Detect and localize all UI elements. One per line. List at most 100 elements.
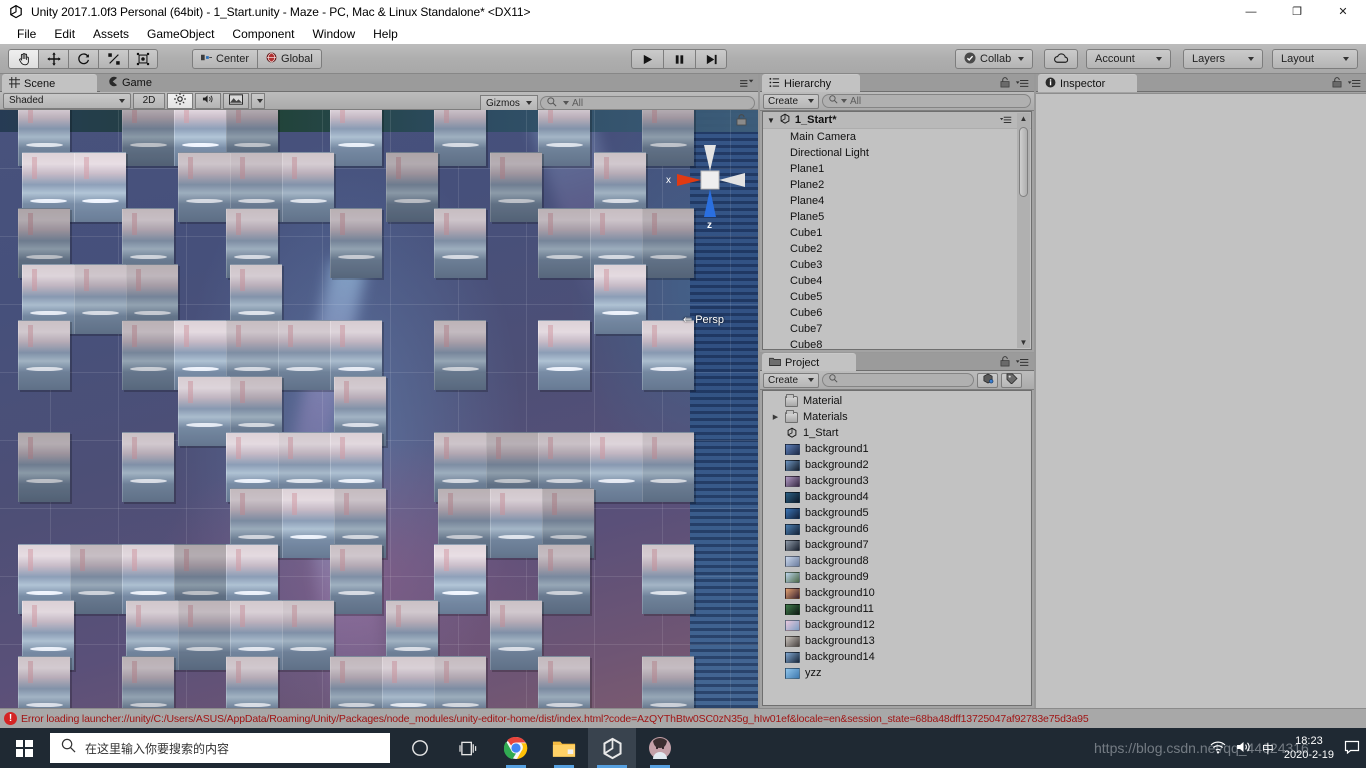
maze-cube[interactable]: [434, 544, 486, 614]
ime-indicator[interactable]: 中: [1262, 740, 1274, 757]
volume-icon[interactable]: [1236, 740, 1252, 757]
pause-button[interactable]: [663, 49, 695, 69]
hierarchy-item[interactable]: Plane5: [763, 209, 1031, 225]
maze-cube[interactable]: [74, 152, 126, 222]
hierarchy-scrollbar[interactable]: ▲ ▼: [1017, 113, 1030, 348]
tab-game[interactable]: Game: [100, 74, 180, 92]
maze-cube[interactable]: [178, 600, 230, 670]
maze-cube[interactable]: [330, 110, 382, 166]
hierarchy-item[interactable]: Cube3: [763, 257, 1031, 273]
pivot-mode-button[interactable]: Center: [192, 49, 257, 69]
maze-cube[interactable]: [122, 656, 174, 708]
hierarchy-item[interactable]: Plane1: [763, 161, 1031, 177]
scene-search-input[interactable]: All: [540, 96, 755, 110]
maze-cube[interactable]: [434, 320, 486, 390]
project-item[interactable]: background9: [763, 569, 1031, 585]
project-item[interactable]: background2: [763, 457, 1031, 473]
account-button[interactable]: Account: [1086, 49, 1171, 69]
hierarchy-search-input[interactable]: All: [822, 94, 1031, 108]
project-item[interactable]: background12: [763, 617, 1031, 633]
network-icon[interactable]: [1210, 740, 1226, 757]
hierarchy-item[interactable]: Plane2: [763, 177, 1031, 193]
maze-cube[interactable]: [490, 488, 542, 558]
hierarchy-scroll-thumb[interactable]: [1019, 127, 1028, 197]
maze-cube[interactable]: [642, 320, 694, 390]
menu-file[interactable]: File: [8, 25, 45, 43]
draw-mode-dropdown[interactable]: Shaded: [3, 93, 131, 109]
project-item[interactable]: background10: [763, 585, 1031, 601]
maze-cube[interactable]: [278, 320, 330, 390]
scene-audio-toggle[interactable]: [195, 93, 221, 109]
play-button[interactable]: [631, 49, 663, 69]
tab-scene[interactable]: Scene: [2, 74, 97, 92]
project-item[interactable]: background4: [763, 489, 1031, 505]
project-item[interactable]: background5: [763, 505, 1031, 521]
maze-cube[interactable]: [386, 152, 438, 222]
maze-cube[interactable]: [18, 320, 70, 390]
maze-cube[interactable]: [590, 432, 642, 502]
project-item[interactable]: background11: [763, 601, 1031, 617]
panel-menu-icon[interactable]: [1015, 354, 1030, 372]
maze-cube[interactable]: [178, 152, 230, 222]
maze-cube[interactable]: [594, 264, 646, 334]
maze-cube[interactable]: [226, 656, 278, 708]
panel-menu-icon[interactable]: [1015, 75, 1030, 93]
tab-hierarchy[interactable]: Hierarchy: [762, 74, 860, 92]
panel-menu-icon[interactable]: [1347, 75, 1362, 93]
taskbar-clock[interactable]: 18:23 2020-2-19: [1284, 734, 1334, 762]
maze-cube[interactable]: [538, 656, 590, 708]
maze-cube[interactable]: [18, 656, 70, 708]
move-tool-button[interactable]: [38, 49, 68, 69]
chevron-right-icon[interactable]: ▶: [771, 413, 780, 421]
maze-cube[interactable]: [330, 544, 382, 614]
collab-button[interactable]: Collab: [955, 49, 1033, 69]
project-label-filter-button[interactable]: [1001, 373, 1022, 388]
chrome-icon[interactable]: [492, 728, 540, 768]
project-item[interactable]: background1: [763, 441, 1031, 457]
tab-inspector[interactable]: Inspector: [1038, 74, 1137, 92]
maze-cube[interactable]: [538, 320, 590, 390]
menu-component[interactable]: Component: [223, 25, 303, 43]
scene-tab-menu[interactable]: [739, 75, 754, 93]
scale-tool-button[interactable]: [98, 49, 128, 69]
maze-cube[interactable]: [434, 208, 486, 278]
hierarchy-item[interactable]: Cube1: [763, 225, 1031, 241]
maze-cube[interactable]: [490, 600, 542, 670]
hierarchy-item[interactable]: Main Camera: [763, 129, 1031, 145]
maze-cube[interactable]: [642, 656, 694, 708]
maze-cube[interactable]: [178, 376, 230, 446]
hierarchy-item[interactable]: Cube2: [763, 241, 1031, 257]
user-avatar-icon[interactable]: [636, 728, 684, 768]
rect-tool-button[interactable]: [128, 49, 158, 69]
hierarchy-item[interactable]: Plane4: [763, 193, 1031, 209]
minimize-button[interactable]: —: [1228, 0, 1274, 23]
panel-menu-icon[interactable]: [999, 115, 1013, 127]
project-item[interactable]: yzz: [763, 665, 1031, 681]
scene-lighting-toggle[interactable]: [167, 93, 193, 109]
maze-cube[interactable]: [330, 208, 382, 278]
maze-cube[interactable]: [74, 264, 126, 334]
hand-tool-button[interactable]: [8, 49, 38, 69]
status-bar[interactable]: ! Error loading launcher://unity/C:/User…: [0, 708, 1366, 728]
maximize-button[interactable]: ❐: [1274, 0, 1320, 23]
project-item[interactable]: background3: [763, 473, 1031, 489]
menu-edit[interactable]: Edit: [45, 25, 84, 43]
scroll-up-icon[interactable]: ▲: [1019, 114, 1028, 123]
handle-space-button[interactable]: Global: [257, 49, 322, 69]
maze-cube[interactable]: [642, 110, 694, 166]
gizmos-dropdown[interactable]: Gizmos: [480, 95, 538, 111]
maze-cube[interactable]: [538, 110, 590, 166]
rotate-tool-button[interactable]: [68, 49, 98, 69]
maze-cube[interactable]: [282, 600, 334, 670]
maze-cube[interactable]: [330, 656, 382, 708]
unity-icon[interactable]: [588, 728, 636, 768]
project-item[interactable]: background13: [763, 633, 1031, 649]
maze-cube[interactable]: [434, 656, 486, 708]
maze-cube[interactable]: [70, 544, 122, 614]
project-create-button[interactable]: Create: [763, 373, 819, 388]
maze-cube[interactable]: [642, 208, 694, 278]
project-search-input[interactable]: [822, 373, 974, 387]
cortana-icon[interactable]: [396, 728, 444, 768]
task-view-icon[interactable]: [444, 728, 492, 768]
services-button[interactable]: [1044, 49, 1078, 69]
